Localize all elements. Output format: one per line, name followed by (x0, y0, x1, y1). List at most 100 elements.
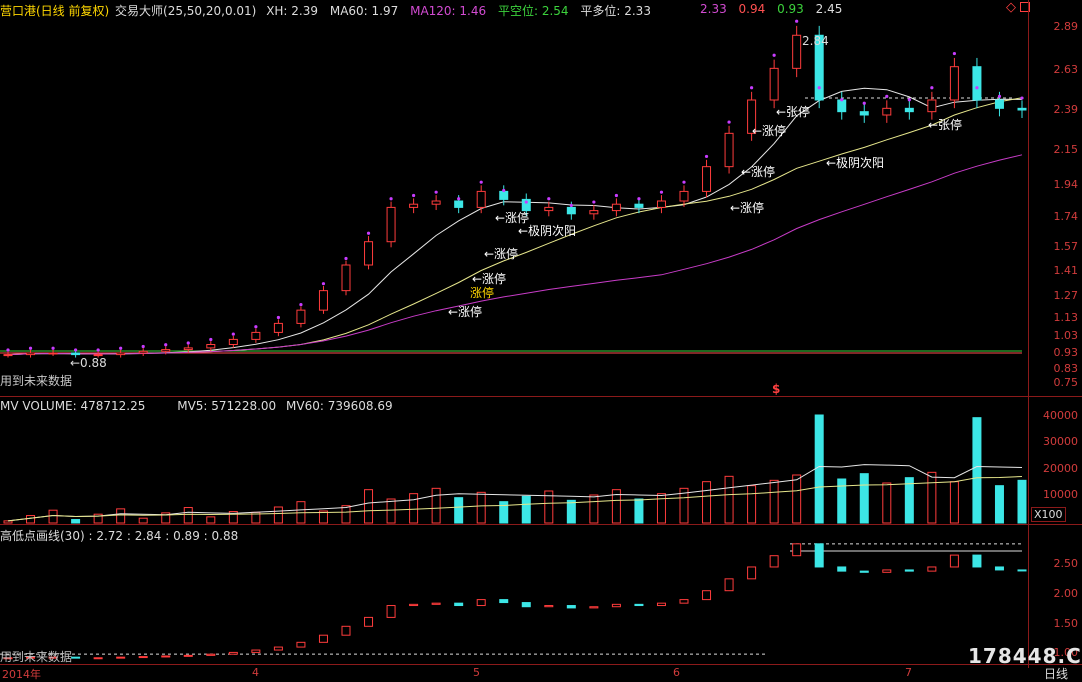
signal-dot (795, 19, 799, 23)
candle-body (206, 344, 216, 349)
volume-bar (48, 509, 58, 524)
volume-mv5: MV5: 571228.00 (177, 399, 277, 413)
volume-tick: 10000 (1043, 488, 1078, 501)
candle-body (859, 111, 869, 116)
signal-dot (750, 86, 754, 90)
hl-candle (318, 634, 328, 643)
price-tick: 2.39 (1053, 103, 1079, 116)
volume-bar (3, 520, 13, 524)
hl-candle (611, 603, 621, 608)
candle-body (48, 352, 58, 355)
signal-dot (119, 346, 123, 350)
signal-dot (51, 346, 55, 350)
volume-bar (206, 516, 216, 524)
hl-candle (634, 603, 644, 607)
price-tick: 0.93 (1053, 346, 1079, 359)
hl-candle (228, 651, 238, 655)
candle-body (296, 309, 306, 324)
hl-candle (544, 605, 554, 608)
signal-dot (862, 101, 866, 105)
candle-body (589, 210, 599, 215)
price-tick: 1.03 (1053, 329, 1079, 342)
hl-candle (972, 554, 982, 568)
volume-bar (566, 499, 576, 524)
signal-dot (141, 344, 145, 349)
hl-candle (386, 605, 396, 618)
signal-dot (164, 343, 168, 347)
low-label: ←0.88 (70, 356, 107, 370)
hl-candle (364, 616, 374, 627)
volume-bar (972, 417, 982, 524)
signal-dot (6, 348, 10, 352)
hl-candle (837, 566, 847, 572)
hl-candle (566, 605, 576, 609)
hl-candle (183, 654, 193, 657)
volume-bar (431, 487, 441, 524)
signal-dot (840, 98, 844, 102)
signal-dot (637, 197, 641, 201)
signal-dot (547, 197, 551, 201)
volume-bar (792, 474, 802, 524)
hl-candle (273, 646, 283, 651)
signal-dot (817, 86, 821, 90)
hl-candle (859, 570, 869, 573)
hl-title: 高低点画线(30) (0, 529, 85, 543)
candle-body (882, 107, 892, 116)
signal-dot (727, 120, 731, 124)
price-tick: 2.89 (1053, 20, 1079, 33)
candle-body (499, 190, 509, 200)
limit-up-label: ←涨停 (730, 201, 765, 215)
hl-candle (949, 554, 959, 568)
hl-candle (71, 656, 81, 659)
candle-body (3, 354, 13, 357)
price-tick: 1.27 (1053, 289, 1079, 302)
hl-candle (409, 603, 419, 607)
candle-body (341, 264, 351, 292)
reversal-label: ←极阴次阳 (826, 156, 885, 170)
candle-body (566, 206, 576, 215)
candle-body (972, 66, 982, 101)
hl-candle (702, 590, 712, 601)
hl-candle (1017, 569, 1027, 572)
candle-body (544, 206, 554, 212)
volume-bar (859, 473, 869, 524)
hl-header: 高低点画线(30) : 2.72 : 2.84 : 0.89 : 0.88 (0, 527, 238, 544)
hl-candle (904, 569, 914, 572)
candle-body (656, 200, 666, 208)
candle-body (769, 67, 779, 101)
signal-dot (412, 193, 416, 198)
signal-dot (389, 197, 393, 201)
candle-body (161, 349, 171, 352)
volume-bar (814, 414, 824, 524)
signal-dot (930, 86, 934, 90)
volume-tick: 20000 (1043, 462, 1078, 475)
signal-dot (186, 341, 190, 345)
candle-body (116, 352, 126, 356)
high-low-chart (0, 543, 1027, 660)
limit-up-label: ←涨停 (752, 124, 787, 138)
signal-dot (457, 197, 461, 201)
signal-dot (952, 51, 957, 56)
volume-tick: 40000 (1043, 409, 1078, 422)
volume-unit: X100 (1031, 507, 1066, 522)
signal-dot (479, 180, 483, 184)
candle-body (724, 132, 734, 168)
ma-line-ma60 (7, 97, 1023, 356)
signal-dot (1020, 96, 1024, 100)
volume-header: MV VOLUME: 478712.25 MV5: 571228.00 MV60… (0, 399, 393, 413)
x-label-month: 4 (252, 666, 259, 679)
hl-candle (814, 543, 824, 568)
hl-candle (476, 599, 486, 607)
hl-candle (724, 578, 734, 592)
signal-dot (276, 315, 280, 320)
candle-body (138, 350, 148, 354)
candle-body (409, 203, 419, 208)
limit-up-label: ←张停 (928, 118, 963, 132)
candle-body (927, 99, 937, 113)
hl-candle (431, 602, 441, 605)
signal-dot (366, 231, 371, 235)
limit-up-label: ←涨停 (741, 165, 776, 179)
candle-body (792, 34, 802, 69)
signal-dot (772, 53, 776, 57)
signal-dot (704, 154, 709, 159)
